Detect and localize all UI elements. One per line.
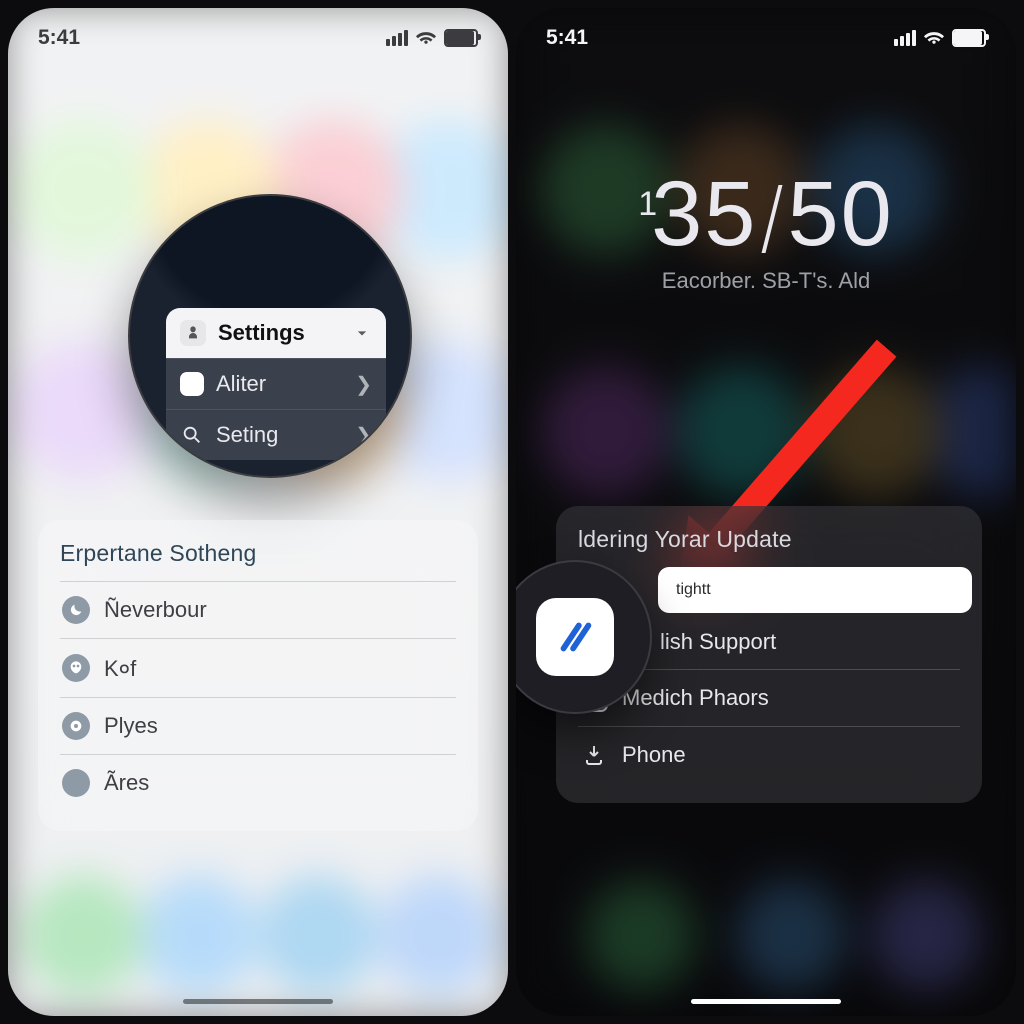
square-icon [180, 372, 204, 396]
widget-item-neverbour[interactable]: Ñeverbour [60, 581, 456, 638]
status-bar: 5:41 [8, 22, 508, 54]
widget-item-label: Plyes [104, 713, 158, 739]
home-indicator[interactable] [183, 999, 333, 1004]
widget-item-label: Phone [622, 742, 686, 768]
lock-clock: 13550 Eacorber. SB-T's. Ald [516, 168, 1016, 294]
chevron-down-icon [352, 323, 372, 343]
widget-item-label: Ãres [104, 770, 149, 796]
wifi-icon [924, 28, 944, 48]
battery-icon [952, 29, 986, 47]
phone-right: 5:41 13550 Eacorber. SB-T's. Ald ldering… [516, 8, 1016, 1016]
cellular-icon [386, 30, 408, 46]
chevron-right-icon: ❯ [355, 372, 372, 397]
disc-icon [62, 712, 90, 740]
search-icon [180, 423, 204, 447]
widget-title: Erpertane Sotheng [60, 540, 456, 567]
slash-icon [552, 614, 598, 660]
home-indicator[interactable] [691, 999, 841, 1004]
menu-item-label: Aliter [216, 371, 266, 397]
widget-item-kof[interactable]: K०f [60, 638, 456, 697]
widget-item-label: Medich Phaors [622, 685, 769, 711]
clock-prefix: 1 [638, 185, 659, 223]
chevron-right-icon: ❯ [355, 423, 372, 448]
wifi-icon [416, 28, 436, 48]
menu-header-label: Settings [218, 320, 305, 346]
context-menu[interactable]: Settings Aliter ❯ Seting ❯ [166, 308, 386, 460]
widget-item-highlighted[interactable]: tightt [658, 567, 972, 613]
widget-item-label: lish Support [660, 629, 776, 655]
wallpaper-scrim [8, 8, 508, 1016]
menu-header-settings[interactable]: Settings [166, 308, 386, 358]
download-icon [580, 741, 608, 769]
app-icon[interactable] [536, 598, 614, 676]
menu-item-seting[interactable]: Seting ❯ [166, 409, 386, 460]
status-time: 5:41 [546, 26, 588, 50]
widget-item-label: Ñeverbour [104, 597, 207, 623]
widget-title: ldering Yorar Update [578, 526, 960, 553]
widget-item-phone[interactable]: Phone [578, 726, 960, 783]
alien-icon [62, 654, 90, 682]
battery-icon [444, 29, 478, 47]
status-bar: 5:41 [516, 22, 1016, 54]
menu-item-label: Seting [216, 422, 278, 448]
menu-item-aliter[interactable]: Aliter ❯ [166, 358, 386, 409]
phone-left: 5:41 Settings [8, 8, 508, 1016]
widget-item-label: tightt [676, 581, 711, 598]
settings-icon [180, 320, 206, 346]
widget-item-ares[interactable]: Ãres [60, 754, 456, 811]
widget-item-plyes[interactable]: Plyes [60, 697, 456, 754]
clock-subtitle: Eacorber. SB-T's. Ald [516, 268, 1016, 294]
widget-item-label: K०f [104, 653, 136, 683]
moon-icon [62, 596, 90, 624]
minus-icon [62, 769, 90, 797]
magnifier-circle: Settings Aliter ❯ Seting ❯ [128, 194, 412, 478]
status-time: 5:41 [38, 26, 80, 50]
search-widget[interactable]: Erpertane Sotheng Ñeverbour K०f Plyes [38, 520, 478, 831]
cellular-icon [894, 30, 916, 46]
